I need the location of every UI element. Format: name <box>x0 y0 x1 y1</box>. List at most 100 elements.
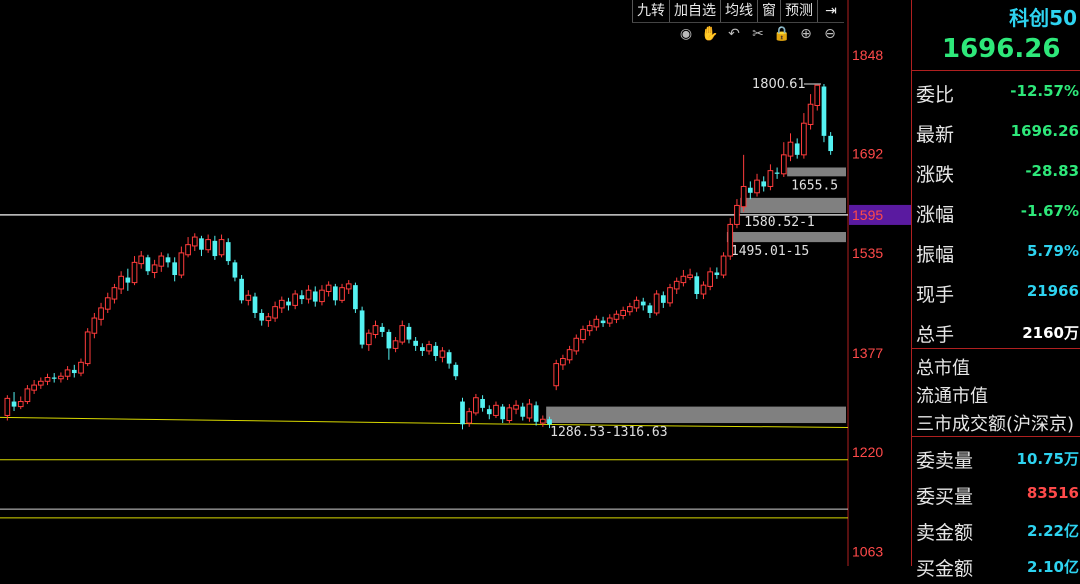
candle-body <box>305 289 312 300</box>
candle-body <box>225 242 231 262</box>
candle-body <box>500 406 506 420</box>
candle-body <box>566 349 573 361</box>
eye-icon[interactable]: ◉ <box>676 24 696 44</box>
quote-row-label: 涨跌 <box>916 164 955 186</box>
candle-body <box>272 306 278 319</box>
candle-body <box>446 352 452 364</box>
quote-row-value: -12.57% <box>1010 82 1079 100</box>
forecast-button[interactable]: 预测 <box>780 0 817 22</box>
candle-body <box>714 272 720 276</box>
candle-body <box>620 309 626 317</box>
divider <box>912 436 1080 437</box>
candle-body <box>767 170 774 187</box>
candle-body <box>539 418 546 424</box>
candle-body <box>165 257 171 263</box>
candle-body <box>586 325 593 332</box>
candle-body <box>292 293 299 306</box>
high-price-label: 1800.61 <box>752 77 806 92</box>
candle-body <box>727 223 734 257</box>
quote-row: 现手 21966 <box>912 272 1080 310</box>
hand-icon[interactable]: ✋ <box>700 24 720 44</box>
candle-body <box>653 293 660 314</box>
candle-body <box>633 299 640 309</box>
quote-row: 委比 -12.57% <box>912 72 1080 110</box>
y-tick-label: 1063 <box>852 543 883 559</box>
turnover-label: 三市成交额(沪深京) <box>916 414 1075 435</box>
quote-panel: 科创50 1696.26 委比 -12.57% 最新 1696.26 涨跌 -28.83 涨… <box>911 0 1080 580</box>
zoom-in-icon[interactable]: ⊕ <box>796 24 816 44</box>
candle-body <box>17 401 24 408</box>
gap-zone <box>546 406 846 424</box>
candle-body <box>24 388 31 403</box>
nine-turn-button[interactable]: 九转 <box>632 0 669 22</box>
y-tick-label: 1220 <box>852 444 883 460</box>
candle-body <box>506 407 513 422</box>
candle-body <box>747 187 753 193</box>
candle-body <box>392 340 399 349</box>
candle-body <box>694 276 700 294</box>
quote-row-value: 2160万 <box>1022 324 1079 342</box>
candle-body <box>600 320 606 324</box>
candle-body <box>794 143 800 155</box>
chart-toolbar: 九转 加自选 均线 窗 预测 ⇥ <box>632 0 844 23</box>
candle-body <box>720 255 727 276</box>
lock-icon[interactable]: 🔒 <box>772 24 792 44</box>
candle-body <box>453 364 459 377</box>
candle-body <box>278 299 285 309</box>
quote-row-label: 委比 <box>916 84 955 106</box>
candle-body <box>319 289 325 303</box>
candle-body <box>178 252 185 276</box>
candle-body <box>787 141 794 157</box>
candle-body <box>593 318 600 328</box>
candle-body <box>84 331 91 365</box>
quote-row-label: 委卖量 <box>916 450 974 472</box>
y-tick-label: 1377 <box>852 345 883 361</box>
candle-body <box>647 305 653 313</box>
candle-body <box>353 285 358 310</box>
moving-average-button[interactable]: 均线 <box>720 0 757 22</box>
candle-body <box>673 280 680 290</box>
candle-body <box>399 325 406 343</box>
quote-row-value: 1696.26 <box>1010 122 1079 140</box>
quote-row-label: 最新 <box>916 124 955 146</box>
candle-body <box>332 286 338 301</box>
candle-body <box>426 344 432 352</box>
candle-body <box>118 275 124 290</box>
candle-body <box>406 326 412 340</box>
candle-body <box>212 240 218 257</box>
candle-body <box>44 376 51 382</box>
candle-body <box>828 135 833 152</box>
float-market-cap-label: 流通市值 <box>916 386 988 407</box>
candle-body <box>71 369 77 374</box>
candle-body <box>486 409 492 415</box>
undo-icon[interactable]: ↶ <box>724 24 744 44</box>
candle-body <box>151 264 158 273</box>
candle-body <box>379 326 385 332</box>
candle-body <box>125 277 131 283</box>
candle-body <box>4 397 11 416</box>
candle-body <box>740 185 747 208</box>
candle-body <box>359 310 365 345</box>
quote-row-value: 10.75万 <box>1016 450 1079 468</box>
candle-body <box>218 239 225 256</box>
candle-body <box>265 316 272 322</box>
add-watchlist-button[interactable]: 加自选 <box>669 0 720 22</box>
collapse-right-icon[interactable]: ⇥ <box>817 0 844 22</box>
quote-row-label: 卖金额 <box>916 522 974 544</box>
candle-body <box>372 325 379 335</box>
zoom-out-icon[interactable]: ⊖ <box>820 24 840 44</box>
candle-body <box>111 287 118 300</box>
gap-zone <box>787 167 846 177</box>
candlestick-chart[interactable]: 1286.53-1316.63 1495.01-15 1580.52-1 1655.5… <box>0 0 911 566</box>
candle-body <box>172 262 178 276</box>
quote-row: 委卖量 10.75万 <box>912 438 1080 476</box>
total-market-cap-label: 总市值 <box>916 358 970 379</box>
candle-body <box>613 313 620 320</box>
window-button[interactable]: 窗 <box>757 0 780 22</box>
candle-body <box>513 404 519 410</box>
candle-body <box>286 301 291 306</box>
scissors-icon[interactable]: ✂ <box>748 24 768 44</box>
candle-body <box>299 295 305 300</box>
candle-body <box>553 363 560 387</box>
gap-zone-label: 1286.53-1316.63 <box>550 425 667 440</box>
